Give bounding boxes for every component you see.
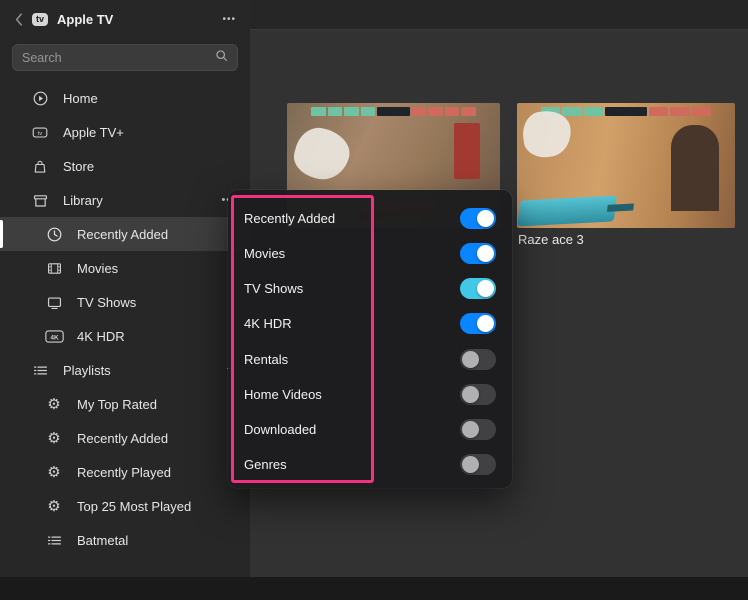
filter-label: 4K HDR [244,316,292,331]
apple-tv-logo-icon: tv [32,13,48,26]
sidebar-item-label: 4K HDR [77,329,125,344]
sidebar-item-playlists[interactable]: Playlists + [0,353,250,387]
library-filter-popup: Recently Added Movies TV Shows 4K HDR Re… [228,190,512,488]
sidebar-item-recently-added-playlist[interactable]: ⚙ Recently Added [0,421,250,455]
gear-icon: ⚙ [44,397,64,412]
sidebar-item-apple-tv-plus[interactable]: tv Apple TV+ [0,115,250,149]
video-thumbnail-2[interactable] [517,103,735,228]
video-title: Raze ace 3 [518,232,584,247]
film-icon [44,260,64,277]
toggle-4k-hdr[interactable] [460,313,496,334]
filter-row-home-videos[interactable]: Home Videos [228,377,512,412]
doorway-shape [671,125,719,211]
sidebar-item-my-top-rated[interactable]: ⚙ My Top Rated [0,387,250,421]
sidebar-item-tv-shows[interactable]: TV Shows [0,285,250,319]
hud-bar [311,107,476,116]
sidebar-item-home[interactable]: Home [0,81,250,115]
filter-row-downloaded[interactable]: Downloaded [228,412,512,447]
toggle-downloaded[interactable] [460,419,496,440]
gear-icon: ⚙ [44,499,64,514]
toggle-genres[interactable] [460,454,496,475]
titlebar-strip [250,0,748,30]
hud-bar [541,107,711,116]
sidebar-item-label: Library [63,193,103,208]
toggle-tv-shows[interactable] [460,278,496,299]
filter-row-4k-hdr[interactable]: 4K HDR [228,306,512,341]
bag-icon [30,158,50,175]
filter-row-movies[interactable]: Movies [228,236,512,271]
sidebar-header: tv Apple TV ••• [0,0,250,38]
search-input[interactable] [22,51,215,65]
sidebar-item-label: Recently Played [77,465,171,480]
filter-label: Rentals [244,352,288,367]
sidebar-item-batmetal[interactable]: Batmetal [0,523,250,557]
app-title: Apple TV [57,12,113,27]
toggle-recently-added[interactable] [460,208,496,229]
sidebar-item-label: Movies [77,261,118,276]
more-options-button[interactable]: ••• [222,14,236,25]
back-button[interactable] [14,12,23,27]
clock-icon [44,226,64,243]
bottom-bar [0,577,748,600]
sidebar-item-movies[interactable]: Movies [0,251,250,285]
toggle-home-videos[interactable] [460,384,496,405]
sidebar-list: Home tv Apple TV+ Store Library ••• [0,81,250,557]
filter-label: Downloaded [244,422,316,437]
sidebar-item-4k-hdr[interactable]: 4K 4K HDR [0,319,250,353]
sidebar-item-label: Recently Added [77,431,168,446]
sidebar-item-label: Playlists [63,363,111,378]
filter-row-rentals[interactable]: Rentals [228,342,512,377]
search-icon [215,49,228,67]
filter-label: Recently Added [244,211,335,226]
tv-icon: tv [30,124,50,141]
playlist-icon [44,532,64,549]
sidebar-item-label: Recently Added [77,227,168,242]
map-banner [454,123,480,179]
sidebar-item-label: Top 25 Most Played [77,499,191,514]
svg-text:tv: tv [38,130,43,136]
sidebar-item-store[interactable]: Store [0,149,250,183]
weapon-shape [517,196,617,227]
filter-row-recently-added[interactable]: Recently Added [228,201,512,236]
sidebar-item-top-25-most-played[interactable]: ⚙ Top 25 Most Played [0,489,250,523]
filter-label: Home Videos [244,387,322,402]
toggle-rentals[interactable] [460,349,496,370]
filter-label: Genres [244,457,287,472]
sidebar-item-label: Home [63,91,98,106]
sidebar-item-recently-added[interactable]: Recently Added [0,217,250,251]
screen-icon [44,294,64,311]
filter-label: TV Shows [244,281,303,296]
play-circle-icon [30,90,50,107]
sidebar-item-label: Batmetal [77,533,128,548]
filter-label: Movies [244,246,285,261]
sidebar-item-label: Apple TV+ [63,125,124,140]
gear-icon: ⚙ [44,431,64,446]
sidebar-item-label: My Top Rated [77,397,157,412]
library-icon [30,192,50,209]
gear-icon: ⚙ [44,465,64,480]
toggle-movies[interactable] [460,243,496,264]
svg-text:4K: 4K [50,334,59,341]
sidebar-item-label: Store [63,159,94,174]
filter-row-tv-shows[interactable]: TV Shows [228,271,512,306]
graffiti-decal [290,123,354,185]
4k-badge-icon: 4K [44,329,64,344]
playlist-icon [30,362,50,379]
sidebar-item-library[interactable]: Library ••• [0,183,250,217]
sidebar-item-label: TV Shows [77,295,136,310]
sidebar-item-recently-played[interactable]: ⚙ Recently Played [0,455,250,489]
filter-row-genres[interactable]: Genres [228,447,512,482]
sidebar: tv Apple TV ••• Home tv Apple TV+ Store [0,0,250,600]
search-field[interactable] [12,44,238,71]
